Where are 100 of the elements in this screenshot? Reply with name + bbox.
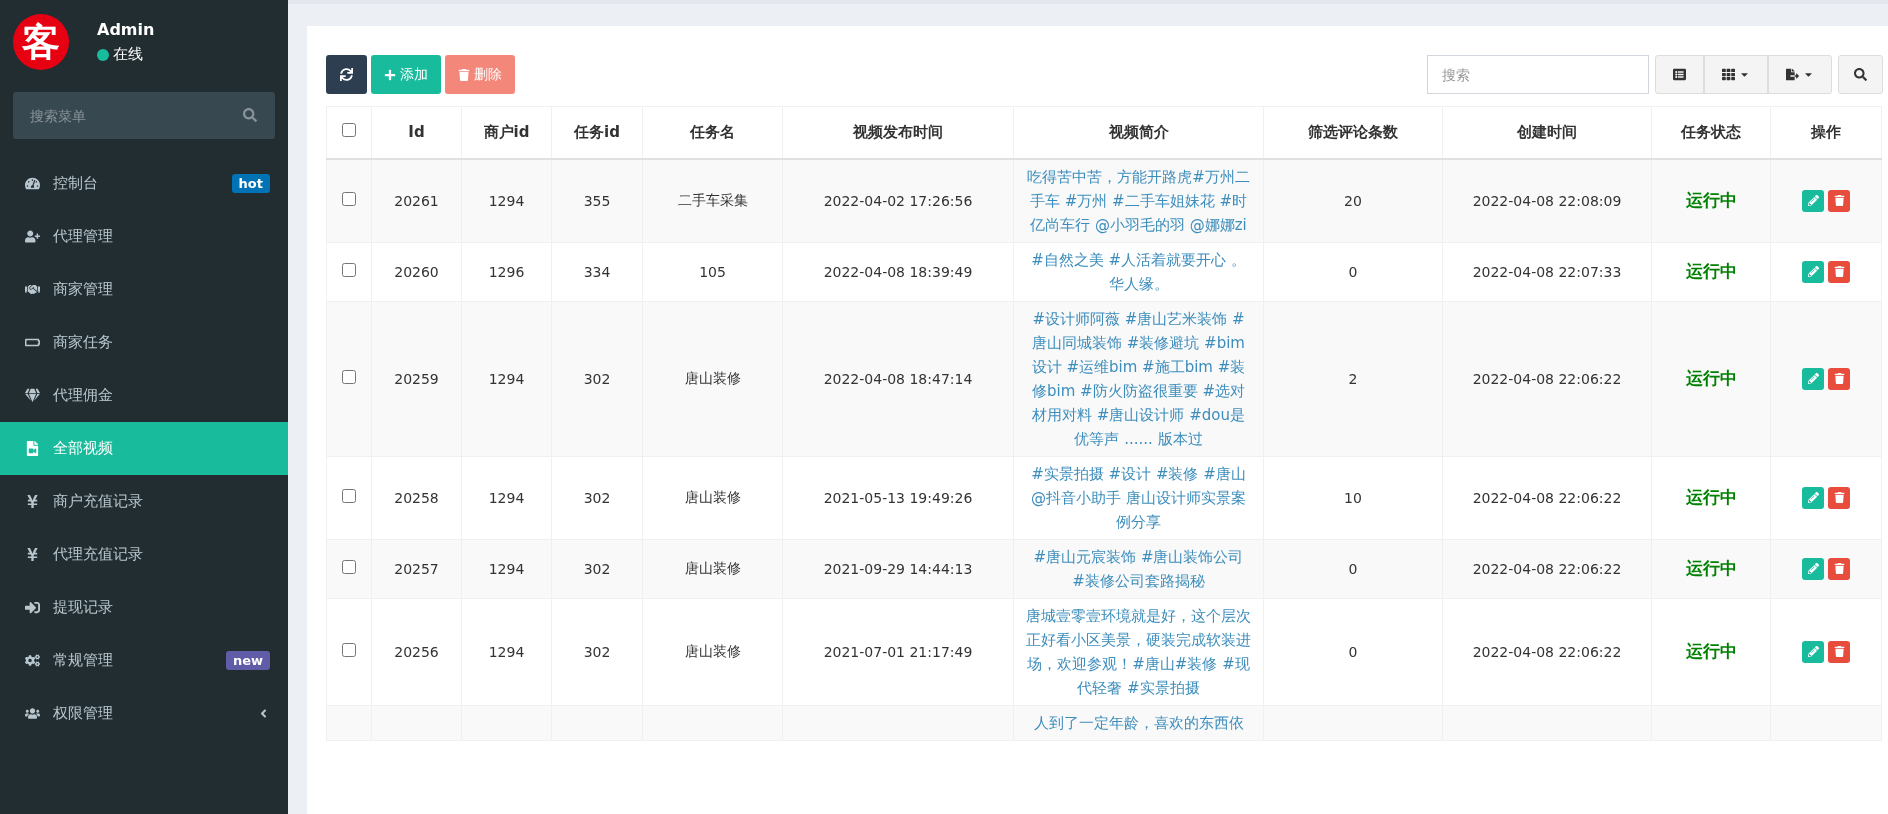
plus-icon (384, 68, 396, 81)
task-name-cell: 105 (699, 263, 726, 280)
id-cell: 20258 (394, 489, 439, 506)
column-header: 创建时间 (1442, 106, 1652, 159)
task-name-cell: 唐山装修 (684, 369, 741, 386)
menu-item[interactable]: 商户充值记录 (0, 475, 288, 528)
menu-item[interactable]: 商家任务 (0, 316, 288, 369)
row-checkbox[interactable] (342, 643, 356, 657)
task-name-cell: 唐山装修 (684, 488, 741, 505)
comment-count-cell: 0 (1348, 263, 1358, 280)
menu-item[interactable]: 提现记录 (0, 581, 288, 634)
list-icon (1673, 68, 1686, 81)
merchant-id-cell: 1296 (488, 263, 525, 280)
edit-button[interactable] (1802, 486, 1824, 509)
merchant-id-cell: 1294 (488, 370, 525, 387)
column-header: 视频发布时间 (782, 106, 1014, 159)
description-text: #实景拍摄 #设计 #装修 #唐山 @抖音小助手 唐山设计师实景案例分享 (1031, 464, 1246, 531)
delete-row-button[interactable] (1828, 640, 1850, 663)
delete-row-button[interactable] (1828, 189, 1850, 212)
diamond-icon (25, 388, 40, 403)
row-checkbox[interactable] (342, 489, 356, 503)
edit-button[interactable] (1802, 640, 1824, 663)
description-text: #唐山元宸装饰 #唐山装饰公司 #装修公司套路揭秘 (1033, 547, 1244, 590)
trash-icon (1833, 646, 1845, 657)
handshake-icon (25, 282, 40, 297)
description-text: 人到了一定年龄，喜欢的东西依 (1033, 713, 1244, 732)
row-checkbox[interactable] (342, 263, 356, 277)
yen-icon (25, 494, 40, 509)
id-cell: 20260 (394, 263, 439, 280)
create-time-cell: 2022-04-08 22:06:22 (1472, 643, 1622, 660)
menu-label: 商户充值记录 (53, 492, 144, 511)
task-status: 运行中 (1685, 190, 1737, 210)
menu-item[interactable]: 代理管理 (0, 210, 288, 263)
menu-item[interactable]: 权限管理 (0, 687, 288, 740)
row-checkbox[interactable] (342, 192, 356, 206)
menu-item[interactable]: 代理充值记录 (0, 528, 288, 581)
column-header: 操作 (1770, 106, 1882, 159)
create-time-cell: 2022-04-08 22:06:22 (1472, 489, 1622, 506)
trash-icon (1833, 266, 1845, 277)
menu-item[interactable]: 控制台 hot (0, 157, 288, 210)
column-header: 商户id (461, 106, 552, 159)
online-dot (97, 48, 109, 61)
toggle-view-button[interactable] (1655, 55, 1704, 94)
comment-count-cell: 2 (1348, 370, 1358, 387)
edit-button[interactable] (1802, 557, 1824, 580)
publish-time-cell: 2021-07-01 21:17:49 (823, 643, 973, 660)
task-status: 运行中 (1685, 487, 1737, 507)
delete-row-button[interactable] (1828, 486, 1850, 509)
yen-icon (25, 547, 40, 562)
export-button[interactable] (1768, 55, 1832, 94)
search-button[interactable] (1838, 55, 1883, 94)
search-field[interactable]: 搜索 (1427, 55, 1649, 94)
delete-row-button[interactable] (1828, 260, 1850, 283)
create-time-cell: 2022-04-08 22:08:09 (1472, 192, 1622, 209)
comment-count-cell: 0 (1348, 560, 1358, 577)
menu-label: 控制台 (53, 174, 99, 193)
select-all-checkbox[interactable] (342, 123, 356, 138)
menu-item[interactable]: 常规管理 new (0, 634, 288, 687)
description-text: 吃得苦中苦，方能开路虎#万州二手车 #万州 #二手车姐妹花 #时亿尚车行 @小羽毛的羽 @娜娜zi (1027, 167, 1250, 234)
menu-label: 代理充值记录 (53, 545, 144, 564)
task-name-cell: 唐山装修 (684, 559, 741, 576)
publish-time-cell: 2022-04-08 18:47:14 (823, 370, 973, 387)
user-status: 在线 (113, 45, 143, 64)
task-status: 运行中 (1685, 558, 1737, 578)
column-header: 筛选评论条数 (1263, 106, 1443, 159)
column-header: 任务名 (642, 106, 783, 159)
edit-button[interactable] (1802, 189, 1824, 212)
menu-item[interactable]: 代理佣金 (0, 369, 288, 422)
task-status: 运行中 (1685, 261, 1737, 281)
edit-button[interactable] (1802, 260, 1824, 283)
trash-icon (1833, 373, 1845, 384)
create-time-cell: 2022-04-08 22:06:22 (1472, 560, 1622, 577)
column-header: 任务状态 (1651, 106, 1771, 159)
delete-row-button[interactable] (1828, 367, 1850, 390)
menu-search-field[interactable]: 搜索菜单 (13, 92, 275, 139)
trash-icon (1833, 195, 1845, 206)
task-id-cell: 302 (583, 489, 611, 506)
description-text: #自然之美 #人活着就要开心 。华人缘。 (1031, 250, 1246, 293)
column-header: 视频简介 (1013, 106, 1264, 159)
merchant-id-cell: 1294 (488, 560, 525, 577)
task-id-cell: 302 (583, 643, 611, 660)
refresh-button[interactable] (326, 55, 367, 94)
sign-in-icon (25, 600, 40, 615)
trash-icon (458, 68, 470, 81)
gears-icon (25, 653, 40, 668)
row-checkbox[interactable] (342, 560, 356, 574)
task-status: 运行中 (1685, 368, 1737, 388)
refresh-icon (340, 68, 353, 81)
menu-label: 常规管理 (53, 651, 114, 670)
merchant-id-cell: 1294 (488, 489, 525, 506)
edit-button[interactable] (1802, 367, 1824, 390)
comment-count-cell: 10 (1344, 489, 1362, 506)
row-checkbox[interactable] (342, 370, 356, 384)
delete-row-button[interactable] (1828, 557, 1850, 580)
id-cell: 20257 (394, 560, 439, 577)
columns-button[interactable] (1704, 55, 1768, 94)
menu-item[interactable]: 商家管理 (0, 263, 288, 316)
trash-icon (1833, 563, 1845, 574)
menu-badge: new (225, 651, 270, 670)
pencil-icon (1807, 563, 1819, 574)
